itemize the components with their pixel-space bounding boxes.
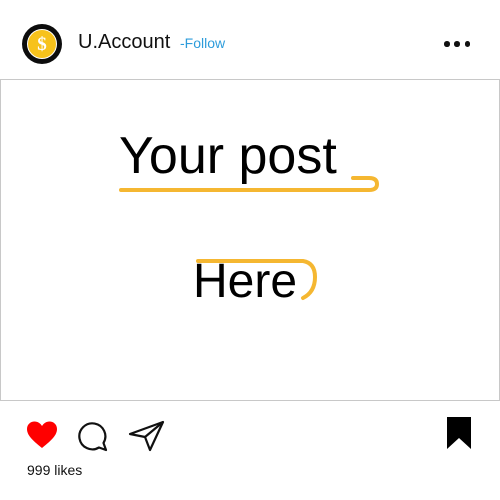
username[interactable]: U.Account <box>78 31 170 54</box>
post-header: $ U.Account -Follow <box>0 0 500 80</box>
bookmark-filled-icon[interactable] <box>446 416 472 450</box>
dollar-coin-icon: $ <box>27 29 57 59</box>
comment-bubble-icon[interactable] <box>77 420 109 452</box>
post-text-line2: Here <box>193 255 298 308</box>
heart-filled-icon[interactable] <box>26 420 58 450</box>
post-image: Your post Here <box>0 79 500 401</box>
likes-count[interactable]: 999 likes <box>27 462 82 478</box>
post-text-line1: Your post <box>119 127 337 185</box>
paper-plane-icon[interactable] <box>128 420 166 452</box>
action-bar <box>0 410 500 460</box>
more-options-icon[interactable] <box>444 37 470 51</box>
avatar[interactable]: $ <box>22 24 62 64</box>
follow-button[interactable]: -Follow <box>180 35 225 51</box>
